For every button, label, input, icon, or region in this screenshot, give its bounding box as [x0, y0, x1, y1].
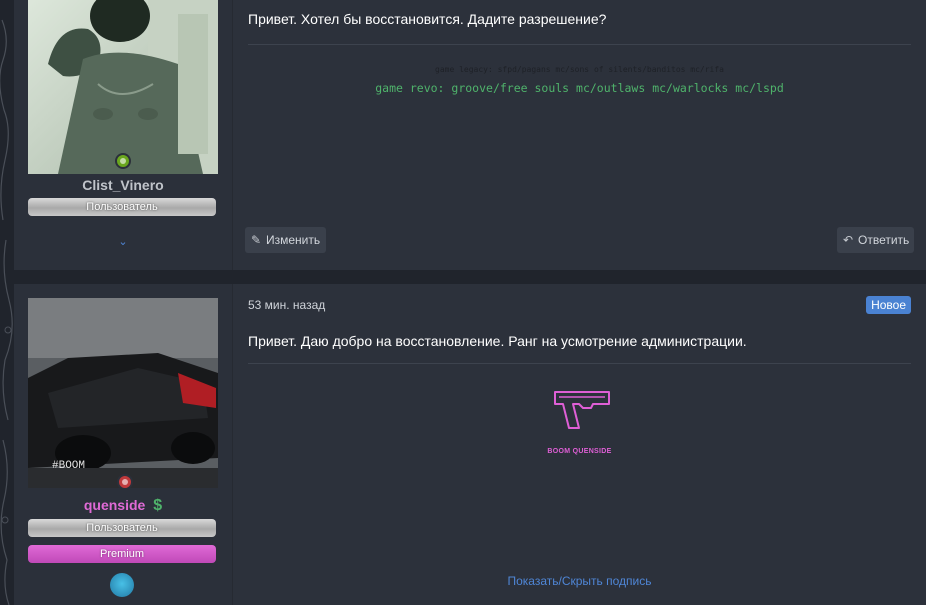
- post-author-sidebar: Clist_Vinero Пользователь ⌄: [14, 0, 233, 270]
- pencil-icon: ✎: [251, 233, 262, 247]
- new-badge: Новое: [866, 296, 911, 314]
- offline-status-icon: [117, 474, 133, 490]
- thread-page: Clist_Vinero Пользователь ⌄ Привет. Хоте…: [0, 0, 926, 605]
- signature-brand: BOOM QUENSIDE: [547, 448, 612, 455]
- role-badge-user: Пользователь: [28, 519, 216, 537]
- author-username[interactable]: quenside $: [14, 497, 232, 515]
- post-message: Привет. Хотел бы восстановится. Дадите р…: [248, 11, 607, 27]
- dollar-icon: $: [153, 497, 163, 514]
- post-content: 53 мин. назад Новое Привет. Даю добро на…: [233, 284, 926, 605]
- post-clist-vinero: Clist_Vinero Пользователь ⌄ Привет. Хоте…: [14, 0, 926, 270]
- signature-divider: [248, 363, 911, 364]
- chevron-down-icon[interactable]: ⌄: [116, 235, 130, 248]
- pistol-icon: [553, 388, 613, 432]
- post-author-sidebar: #BOOM quenside $ Пользователь Premium: [14, 284, 233, 605]
- role-badge-premium: Premium: [28, 545, 216, 563]
- trophy-icon[interactable]: [110, 573, 134, 597]
- reply-button-label: Ответить: [858, 233, 910, 247]
- avatar-watermark: #BOOM: [52, 460, 85, 472]
- author-username-text: quenside: [83, 497, 146, 513]
- edit-button[interactable]: ✎ Изменить: [245, 227, 326, 253]
- role-badge-user: Пользователь: [28, 198, 216, 216]
- signature-revo-line: game revo: groove/free souls mc/outlaws …: [375, 81, 784, 95]
- signature-toggle-link[interactable]: Показать/Скрыть подпись: [233, 574, 926, 588]
- edit-button-label: Изменить: [266, 233, 321, 247]
- avatar[interactable]: #BOOM: [28, 298, 218, 488]
- reply-icon: ↶: [843, 233, 854, 247]
- author-username[interactable]: Clist_Vinero: [14, 177, 232, 193]
- online-status-icon: [115, 153, 131, 169]
- post-message: Привет. Даю добро на восстановление. Ран…: [248, 333, 747, 349]
- post-quenside: #BOOM quenside $ Пользователь Premium 53…: [14, 284, 926, 605]
- signature-divider: [248, 44, 911, 45]
- avatar[interactable]: [28, 0, 218, 174]
- post-content: Привет. Хотел бы восстановится. Дадите р…: [233, 0, 926, 270]
- reply-button[interactable]: ↶ Ответить: [837, 227, 914, 253]
- background-doodle-icon: [0, 19, 13, 605]
- post-timestamp[interactable]: 53 мин. назад: [248, 298, 325, 312]
- signature-legacy-line: game legacy: sfpd/pagans mc/sons of sile…: [435, 65, 724, 74]
